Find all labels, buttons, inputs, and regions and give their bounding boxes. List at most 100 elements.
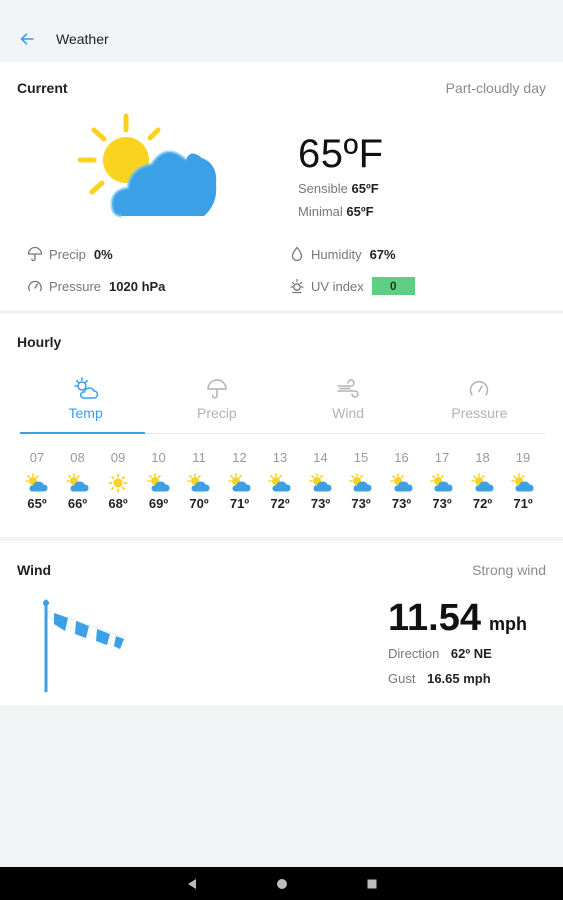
hour-temp: 71º xyxy=(229,496,250,511)
hour-time: 13 xyxy=(272,450,288,465)
minimal-value: 65ºF xyxy=(346,204,374,219)
hour-time: 14 xyxy=(313,450,328,465)
uv-badge: 0 xyxy=(371,277,415,295)
hourly-item: 11 70º xyxy=(179,450,219,511)
minimal-row: Minimal 65ºF xyxy=(298,204,384,219)
hour-time: 12 xyxy=(232,450,247,465)
partly-cloudy-icon xyxy=(510,472,536,494)
page-title: Weather xyxy=(56,31,109,47)
hour-temp: 68º xyxy=(108,496,128,511)
hour-time: 09 xyxy=(110,450,126,465)
nav-back-icon[interactable] xyxy=(182,874,202,894)
partly-cloudy-icon xyxy=(389,472,415,494)
sun-cloud-icon xyxy=(73,376,99,402)
humidity-value: 67% xyxy=(369,246,396,262)
partly-cloudy-icon xyxy=(348,472,374,494)
uv-sun-icon xyxy=(289,278,305,294)
hourly-title: Hourly xyxy=(17,334,62,350)
wind-direction-row: Direction 62º NE xyxy=(388,646,527,661)
current-title: Current xyxy=(17,80,68,96)
hourly-item: 19 71º xyxy=(503,450,543,511)
wind-title: Wind xyxy=(17,562,52,578)
pressure-value: 1020 hPa xyxy=(109,278,166,294)
partly-cloudy-icon xyxy=(308,472,334,494)
hourly-item: 14 73º xyxy=(301,450,341,511)
hourly-item: 18 72º xyxy=(463,450,503,511)
hour-temp: 71º xyxy=(513,496,533,511)
precip-value: 0% xyxy=(93,246,113,262)
partly-cloudy-icon xyxy=(429,472,455,494)
tab-precip[interactable]: Precip xyxy=(151,376,282,433)
pressure-stat: Pressure 1020 hPa xyxy=(27,278,165,294)
uv-stat: UV index 0 xyxy=(289,277,415,295)
hour-time: 10 xyxy=(151,450,166,465)
humidity-stat: Humidity 67% xyxy=(289,246,396,262)
hourly-item: 07 65º xyxy=(17,450,57,511)
hourly-item: 17 73º xyxy=(422,450,462,511)
sensible-row: Sensible 65ºF xyxy=(298,181,384,196)
hourly-item: 08 66º xyxy=(58,450,98,511)
precip-label: Precip xyxy=(49,246,86,262)
hour-time: 16 xyxy=(394,450,409,465)
gauge-icon xyxy=(466,376,492,402)
sensible-value: 65ºF xyxy=(351,181,379,196)
tab-precip-label: Precip xyxy=(197,405,237,421)
tab-temp[interactable]: Temp xyxy=(20,376,151,434)
hourly-item: 16 73º xyxy=(382,450,422,511)
partly-cloudy-icon xyxy=(267,472,293,494)
wind-section: Wind Strong wind 11.54 mph Direction 62º … xyxy=(0,541,563,705)
hour-temp: 70º xyxy=(189,496,209,511)
humidity-label: Humidity xyxy=(311,246,362,262)
droplet-icon xyxy=(289,246,305,262)
wind-gust-label: Gust xyxy=(388,671,416,686)
umbrella-icon xyxy=(204,376,230,402)
hour-time: 08 xyxy=(70,450,85,465)
partly-cloudy-icon xyxy=(470,472,496,494)
sun-icon xyxy=(108,472,128,494)
umbrella-icon xyxy=(27,246,43,262)
current-condition: Part-cloudly day xyxy=(445,80,546,96)
minimal-label: Minimal xyxy=(298,204,343,219)
hour-temp: 73º xyxy=(310,496,331,511)
tab-wind-label: Wind xyxy=(332,405,365,421)
hour-temp: 65º xyxy=(27,496,47,511)
gauge-icon xyxy=(27,278,43,294)
tab-wind[interactable]: Wind xyxy=(283,376,414,433)
wind-speed-value: 11.54 xyxy=(388,597,481,639)
wind-speed-block: 11.54 mph Direction 62º NE Gust 16.65 mph xyxy=(388,597,527,686)
hour-temp: 66º xyxy=(67,496,88,511)
precip-stat: Precip 0% xyxy=(27,246,113,262)
sensible-label: Sensible xyxy=(298,181,348,196)
hourly-item: 09 68º xyxy=(98,450,138,511)
wind-direction-label: Direction xyxy=(388,646,440,661)
windsock-icon xyxy=(40,597,130,698)
temperature-block: 65ºF Sensible 65ºF Minimal 65ºF xyxy=(298,132,384,219)
wind-gust-value: 16.65 mph xyxy=(427,671,491,686)
partly-cloudy-icon xyxy=(186,472,212,494)
current-temperature: 65ºF xyxy=(298,132,384,176)
hourly-tabs: Temp Precip Wind Pressure xyxy=(20,376,545,434)
current-section: Current Part-cloudly day 65ºF Sensible 6… xyxy=(0,62,563,310)
hour-temp: 73º xyxy=(391,496,412,511)
uv-label: UV index xyxy=(311,278,364,294)
hourly-item: 10 69º xyxy=(139,450,179,511)
nav-home-icon[interactable] xyxy=(272,874,292,894)
partly-cloudy-icon xyxy=(227,472,253,494)
hour-time: 18 xyxy=(475,450,490,465)
wind-condition: Strong wind xyxy=(472,562,546,578)
tab-pressure[interactable]: Pressure xyxy=(414,376,545,433)
hourly-forecast-list: 07 65º 08 66º 09 68º 10 69º 11 70º 12 71º 13 72º 14 73º… xyxy=(17,450,543,511)
partly-cloudy-icon xyxy=(24,472,50,494)
tab-pressure-label: Pressure xyxy=(451,405,508,421)
hourly-section: Hourly Temp Precip Wind Pressure 07 65º … xyxy=(0,314,563,537)
partly-cloudy-icon xyxy=(65,472,91,494)
hourly-item: 15 73º xyxy=(341,450,381,511)
arrow-left-icon[interactable] xyxy=(18,30,36,48)
hour-time: 19 xyxy=(515,450,531,465)
wind-gust-row: Gust 16.65 mph xyxy=(388,671,527,686)
nav-recents-icon[interactable] xyxy=(362,874,382,894)
status-bar xyxy=(0,0,563,16)
wind-direction-value: 62º NE xyxy=(450,646,492,661)
hour-temp: 73º xyxy=(432,496,452,511)
hour-time: 17 xyxy=(434,450,450,465)
